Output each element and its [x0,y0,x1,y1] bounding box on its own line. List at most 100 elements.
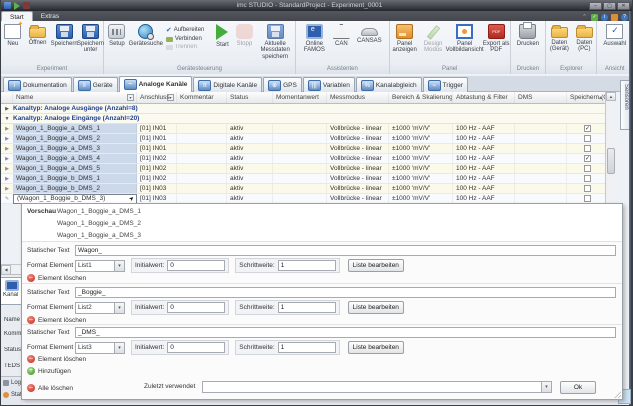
table-row[interactable]: ▶ Wagon_1_Boggie_a_DMS_3 [01] IN01 aktiv… [1,144,605,154]
momentanwert-cell[interactable] [273,164,327,173]
column-header-dms[interactable]: DMS [515,92,567,103]
dialog-resize-grip[interactable] [614,391,621,398]
speichern-checkbox[interactable] [584,175,591,182]
trennen-button[interactable]: Trennen [166,44,208,50]
speichern-checkbox[interactable] [584,135,591,142]
speichern-button[interactable]: Speichern [50,23,78,47]
dms-cell[interactable] [515,144,567,153]
messmodus-cell[interactable]: Vollbrücke - linear [327,144,389,153]
group-row-analoge-eingaenge[interactable]: ▼Kanaltyp: Analoge Eingänge (Anzahl=20) [1,114,605,124]
statischer-text-input[interactable] [75,287,616,298]
format-element-select[interactable]: List2 [75,302,125,314]
expand-icon[interactable]: ▶ [1,104,13,113]
style-icon[interactable] [611,14,618,21]
messmodus-cell[interactable]: Vollbrücke - linear [327,134,389,143]
tab-geraete[interactable]: ≡Geräte [73,77,118,92]
messmodus-cell[interactable]: Vollbrücke - linear [327,194,389,203]
tab-dokumentation[interactable]: iDokumentation [3,77,72,92]
help-icon[interactable]: ? [621,14,628,21]
zuletzt-verwendet-combobox[interactable] [202,381,552,393]
element-loeschen-button[interactable]: Element löschen [38,275,86,282]
daten-pc-button[interactable]: Daten (PC) [572,23,596,53]
export-pdf-button[interactable]: PDFExport als PDF [483,23,510,54]
bereich-cell[interactable]: ±1000 'mV/V' [389,144,453,153]
tab-kanalabgleich[interactable]: %Kanalabgleich [356,77,422,92]
column-header-messmodus[interactable]: Messmodus [327,92,389,103]
table-row[interactable]: ▶ Wagon_1_Boggie_a_DMS_2 [01] IN01 aktiv… [1,134,605,144]
name-cell[interactable]: Wagon_1_Boggie_a_DMS_2 [13,134,137,143]
schrittweite-input[interactable] [278,260,336,271]
scroll-up-icon[interactable]: ▲ [606,92,616,101]
name-cell[interactable]: Wagon_1_Boggie_a_DMS_5 [13,164,137,173]
collapse-ribbon-icon[interactable]: ⌃ [581,14,588,21]
stopp-button[interactable]: Stopp [233,23,255,47]
status-cell[interactable]: aktiv [227,184,273,193]
ok-button[interactable]: Ok [560,381,596,394]
tab-extras[interactable]: Extras [33,11,67,21]
liste-bearbeiten-button[interactable]: Liste bearbeiten [348,341,404,354]
statischer-text-input[interactable] [75,327,616,338]
kommentar-cell[interactable] [177,154,227,163]
verbinden-button[interactable]: Verbinden [166,36,208,42]
bereich-cell[interactable]: ±1000 'mV/V' [389,134,453,143]
speichern-checkbox[interactable] [584,125,591,132]
scrollbar-thumb[interactable] [607,148,615,174]
momentanwert-cell[interactable] [273,174,327,183]
oeffnen-button[interactable]: Öffnen [25,23,51,46]
table-row[interactable]: ▶ Wagon_1_Boggie_b_DMS_2 [01] IN03 aktiv… [1,184,605,194]
tab-variablen[interactable]: |||Variablen [303,77,355,92]
kanal-panel-tab[interactable]: Kanal [1,277,23,305]
liste-bearbeiten-button[interactable]: Liste bearbeiten [348,259,404,272]
momentanwert-cell[interactable] [273,184,327,193]
daten-geraet-button[interactable]: Daten (Gerät) [546,23,572,53]
quick-start-icon[interactable] [14,2,20,10]
status-cell[interactable]: aktiv [227,154,273,163]
filter-dropdown-icon[interactable]: ▾ [127,94,134,101]
collapse-icon[interactable]: ▼ [1,114,13,123]
name-cell[interactable]: Wagon_1_Boggie_a_DMS_4 [13,154,137,163]
abtastung-cell[interactable]: 100 Hz - AAF [453,184,515,193]
aktuelle-messdaten-button[interactable]: Aktuelle Messdaten speichern [255,23,295,60]
table-row[interactable]: ▶ Wagon_1_Boggie_a_DMS_4 [01] IN02 aktiv… [1,154,605,164]
status-cell[interactable]: aktiv [227,194,273,203]
initialwert-input[interactable] [167,342,225,353]
anschluss-cell[interactable]: [01] IN02 [137,174,177,183]
anschluss-cell[interactable]: [01] IN03 [137,194,177,203]
table-row[interactable]: ▶ Wagon_1_Boggie_b_DMS_1 [01] IN02 aktiv… [1,174,605,184]
abtastung-cell[interactable]: 100 Hz - AAF [453,164,515,173]
anschluss-cell[interactable]: [01] IN03 [137,184,177,193]
column-header-kommentar[interactable]: Kommentar [177,92,227,103]
status-cell[interactable]: aktiv [227,174,273,183]
initialwert-input[interactable] [167,260,225,271]
dms-cell[interactable] [515,154,567,163]
bereich-cell[interactable]: ±1000 'mV/V' [389,194,453,203]
bereich-cell[interactable]: ±1000 'mV/V' [389,184,453,193]
abtastung-cell[interactable]: 100 Hz - AAF [453,134,515,143]
momentanwert-cell[interactable] [273,194,327,203]
momentanwert-cell[interactable] [273,124,327,133]
tab-start[interactable]: Start [1,11,33,21]
column-header-bereich[interactable]: Bereich & Skalierung [389,92,453,103]
dms-cell[interactable] [515,164,567,173]
column-header-anschluss[interactable]: ▾Anschluss [137,92,177,103]
messmodus-cell[interactable]: Vollbrücke - linear [327,184,389,193]
close-button[interactable]: ✕ [617,2,630,10]
info-icon[interactable]: i [601,14,608,21]
speichern-unter-button[interactable]: Speichern unter [78,23,103,54]
status-item[interactable]: Status [1,389,23,401]
status-cell[interactable]: aktiv [227,124,273,133]
status-cell[interactable]: aktiv [227,134,273,143]
quick-save-icon[interactable] [4,2,11,9]
dms-cell[interactable] [515,184,567,193]
tab-analoge-kanaele[interactable]: ~Analoge Kanäle [119,76,193,92]
tab-digitale-kanaele[interactable]: πDigitale Kanäle [193,77,262,92]
column-header-name[interactable]: ▾Name [13,92,137,103]
bereich-cell[interactable]: ±1000 'mV/V' [389,154,453,163]
bereich-cell[interactable]: ±1000 'mV/V' [389,164,453,173]
kommentar-cell[interactable] [177,124,227,133]
alle-loeschen-button[interactable]: Alle löschen [38,385,73,392]
column-header-momentanwert[interactable]: Momentanwert [273,92,327,103]
group-row-analoge-ausgaenge[interactable]: ▶Kanaltyp: Analoge Ausgänge (Anzahl=8) [1,104,605,114]
abtastung-cell[interactable]: 100 Hz - AAF [453,194,515,203]
messmodus-cell[interactable]: Vollbrücke - linear [327,124,389,133]
